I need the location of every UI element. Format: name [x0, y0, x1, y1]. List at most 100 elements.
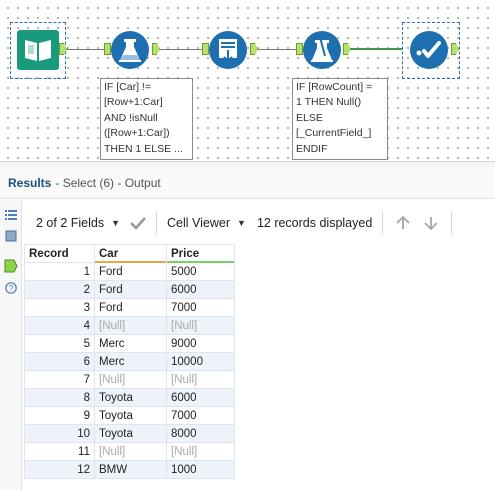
cell-car[interactable]: Toyota [94, 424, 167, 443]
cell-car[interactable]: [Null] [94, 370, 167, 389]
table-row[interactable]: 8 Toyota 6000 [24, 388, 235, 407]
select-tool[interactable] [209, 31, 247, 69]
results-header: Results - Select (6) - Output [0, 167, 495, 199]
input-data-tool[interactable] [17, 30, 59, 70]
cell-price[interactable]: [Null] [166, 370, 235, 389]
connection-4 [350, 48, 402, 50]
fields-label: 2 of 2 Fields [36, 216, 105, 230]
beaker-stir-icon [311, 36, 333, 62]
results-subtitle: - Select (6) - Output [55, 175, 161, 190]
multirow-1-annotation: IF [Car] != [Row+1:Car] AND !isNull ([Ro… [100, 78, 193, 160]
multirow-1-input-anchor[interactable] [104, 43, 111, 55]
column-header-price[interactable]: Price [166, 244, 235, 264]
beaker-icon [119, 39, 141, 62]
cell-record[interactable]: 2 [24, 280, 95, 299]
table-row[interactable]: 2 Ford 6000 [24, 280, 235, 299]
column-header-car[interactable]: Car [94, 244, 167, 264]
header-row: Record Car Price [24, 244, 235, 264]
metadata-icon[interactable] [5, 230, 17, 242]
cell-record[interactable]: 6 [24, 352, 95, 371]
cell-price[interactable]: 7000 [166, 298, 235, 317]
cell-record[interactable]: 3 [24, 298, 95, 317]
table-row[interactable]: 4 [Null] [Null] [24, 316, 235, 335]
cell-car[interactable]: Merc [94, 334, 167, 353]
arrow-up-icon[interactable] [395, 215, 411, 231]
select-output-anchor[interactable] [250, 43, 258, 55]
multifield-annotation: IF [RowCount] = 1 THEN Null() ELSE [_Cur… [292, 78, 388, 160]
cell-price[interactable]: 6000 [166, 280, 235, 299]
cell-price[interactable]: [Null] [166, 442, 235, 461]
cell-car[interactable]: Ford [94, 280, 167, 299]
table-row[interactable]: 9 Toyota 7000 [24, 406, 235, 425]
cell-price[interactable]: 6000 [166, 388, 235, 407]
toolbar-separator [451, 211, 453, 235]
cell-car[interactable]: [Null] [94, 442, 167, 461]
table-row[interactable]: 12 BMW 1000 [24, 460, 235, 479]
arrow-down-icon[interactable] [423, 215, 439, 231]
multi-field-formula-tool[interactable] [303, 31, 341, 69]
chevron-down-icon: ▼ [111, 218, 121, 228]
cell-price[interactable]: 8000 [166, 424, 235, 443]
cell-record[interactable]: 12 [24, 460, 95, 479]
results-grid[interactable]: Record Car Price 1 Ford 5000 2 Ford 6000 3 Ford… [24, 244, 235, 479]
cell-car[interactable]: Merc [94, 352, 167, 371]
cell-car[interactable]: Ford [94, 298, 167, 317]
help-icon[interactable]: ? [5, 282, 17, 294]
checkmark-icon [416, 41, 441, 58]
table-row[interactable]: 10 Toyota 8000 [24, 424, 235, 443]
cell-car[interactable]: Ford [94, 262, 167, 281]
table-row[interactable]: 7 [Null] [Null] [24, 370, 235, 389]
select-input-anchor[interactable] [202, 43, 209, 55]
connection-3 [258, 49, 298, 50]
chevron-down-icon: ▼ [237, 218, 246, 228]
results-side-rail: ? [0, 200, 22, 490]
multirow-1-output-anchor[interactable] [152, 43, 160, 55]
list-arrow-icon [219, 39, 237, 63]
cell-car[interactable]: BMW [94, 460, 167, 479]
results-title: Results [8, 175, 52, 190]
cell-price[interactable]: 5000 [166, 262, 235, 281]
svg-text:?: ? [9, 284, 14, 293]
cell-record[interactable]: 4 [24, 316, 95, 335]
cell-record[interactable]: 10 [24, 424, 95, 443]
viewer-dropdown[interactable]: Cell Viewer ▼ [167, 216, 246, 230]
cell-price[interactable]: 9000 [166, 334, 235, 353]
table-row[interactable]: 11 [Null] [Null] [24, 442, 235, 461]
cell-record[interactable]: 1 [24, 262, 95, 281]
list-view-icon[interactable] [5, 209, 17, 221]
table-row[interactable]: 5 Merc 9000 [24, 334, 235, 353]
connection-1 [66, 49, 106, 50]
browse-tool[interactable] [410, 31, 448, 69]
table-row[interactable]: 3 Ford 7000 [24, 298, 235, 317]
multifield-output-anchor[interactable] [343, 43, 351, 55]
multifield-input-anchor[interactable] [296, 43, 303, 55]
cell-price[interactable]: 1000 [166, 460, 235, 479]
column-header-record[interactable]: Record [24, 244, 95, 263]
table-row[interactable]: 6 Merc 10000 [24, 352, 235, 371]
toolbar-separator [382, 211, 384, 235]
multi-row-formula-tool-1[interactable] [111, 31, 149, 69]
cell-car[interactable]: Toyota [94, 406, 167, 425]
cell-record[interactable]: 8 [24, 388, 95, 407]
check-icon[interactable] [130, 216, 146, 230]
fields-dropdown[interactable]: 2 of 2 Fields ▼ [36, 216, 120, 230]
data-view-icon[interactable] [4, 259, 18, 273]
viewer-label: Cell Viewer [167, 216, 231, 230]
cell-car[interactable]: Toyota [94, 388, 167, 407]
results-table: Record Car Price 1 Ford 5000 2 Ford 6000 3 Ford… [24, 244, 235, 479]
cell-price[interactable]: 10000 [166, 352, 235, 371]
workflow-canvas[interactable]: IF [Car] != [Row+1:Car] AND !isNull ([Ro… [0, 0, 495, 161]
table-row[interactable]: 1 Ford 5000 [24, 262, 235, 281]
cell-record[interactable]: 7 [24, 370, 95, 389]
cell-record[interactable]: 11 [24, 442, 95, 461]
records-count: 12 records displayed [256, 216, 373, 230]
cell-record[interactable]: 9 [24, 406, 95, 425]
cell-record[interactable]: 5 [24, 334, 95, 353]
book-icon [25, 40, 51, 61]
results-toolbar: 2 of 2 Fields ▼ Cell Viewer ▼ 12 records… [24, 205, 495, 241]
cell-price[interactable]: [Null] [166, 316, 235, 335]
connection-2 [160, 49, 204, 50]
toolbar-separator [156, 211, 158, 235]
cell-car[interactable]: [Null] [94, 316, 167, 335]
cell-price[interactable]: 7000 [166, 406, 235, 425]
